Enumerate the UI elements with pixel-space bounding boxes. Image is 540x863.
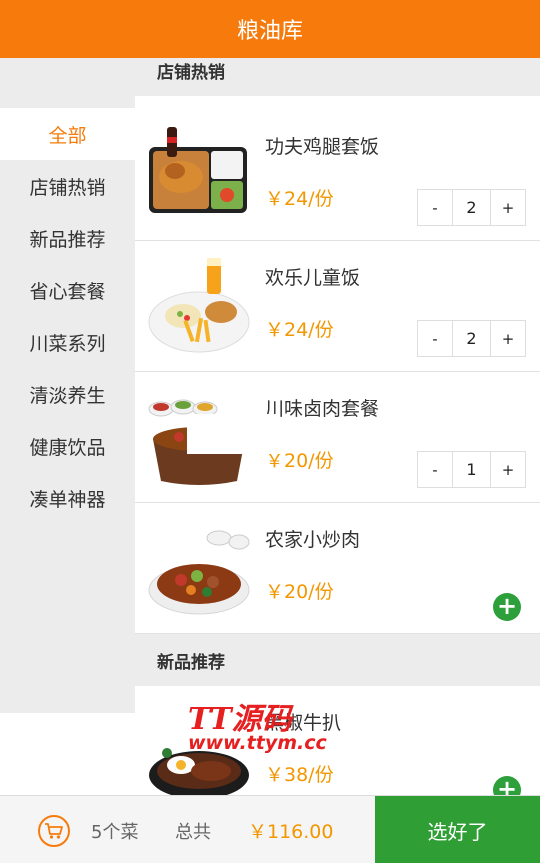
sidebar-item-new[interactable]: 新品推荐: [0, 212, 135, 264]
category-sidebar: 全部 店铺热销 新品推荐 省心套餐 川菜系列 清淡养生 健康饮品 凑单神器: [0, 58, 135, 713]
list-item[interactable]: 欢乐儿童饭 ￥24/份 - 2 +: [135, 241, 540, 372]
add-to-cart-button[interactable]: +: [493, 593, 521, 621]
item-price: ￥38/份: [265, 764, 334, 786]
list-item[interactable]: 川味卤肉套餐 ￥20/份 - 1 +: [135, 372, 540, 503]
sidebar-item-hot[interactable]: 店铺热销: [0, 160, 135, 212]
decrease-button[interactable]: -: [418, 452, 452, 487]
sidebar-item-sichuan[interactable]: 川菜系列: [0, 316, 135, 368]
food-image: [149, 127, 247, 213]
quantity-value: 2: [452, 321, 491, 356]
section-header-new: 新品推荐: [135, 634, 540, 686]
item-name: 农家小炒肉: [265, 529, 361, 551]
section-header-hot: 店铺热销: [135, 58, 540, 96]
quantity-value: 2: [452, 190, 491, 225]
food-image: [149, 748, 249, 795]
quantity-stepper: - 2 +: [417, 189, 526, 226]
item-name: 欢乐儿童饭: [265, 267, 361, 289]
item-name: 黑椒牛扒: [265, 712, 342, 734]
increase-button[interactable]: +: [491, 190, 525, 225]
total-value: ￥116.00: [248, 821, 334, 843]
item-name: 功夫鸡腿套饭: [265, 136, 380, 158]
item-price: ￥24/份: [265, 188, 334, 210]
cart-icon[interactable]: [38, 815, 70, 847]
item-price: ￥20/份: [265, 581, 334, 603]
increase-button[interactable]: +: [491, 321, 525, 356]
cart-bar: 5个菜 总共 ￥116.00 选好了: [0, 795, 540, 863]
sidebar-item-all[interactable]: 全部: [0, 108, 135, 160]
checkout-button[interactable]: 选好了: [375, 796, 540, 863]
decrease-button[interactable]: -: [418, 321, 452, 356]
food-image: [148, 530, 250, 615]
item-price: ￥24/份: [265, 319, 334, 341]
decrease-button[interactable]: -: [418, 190, 452, 225]
menu-list[interactable]: 店铺热销 功夫鸡腿套饭 ￥24/份 - 2 + 欢乐儿童饭 ￥24/份 - 2 …: [135, 58, 540, 795]
total-label: 总共: [175, 822, 211, 843]
list-item[interactable]: 黑椒牛扒 ￥38/份 +: [135, 686, 540, 795]
add-to-cart-button[interactable]: +: [493, 776, 521, 795]
sidebar-item-addon[interactable]: 凑单神器: [0, 472, 135, 524]
list-item[interactable]: 功夫鸡腿套饭 ￥24/份 - 2 +: [135, 110, 540, 241]
food-image: [148, 258, 250, 353]
page-title: 粮油库: [236, 19, 303, 44]
redaction-box: [187, 414, 280, 454]
app-header: 粮油库: [0, 0, 540, 58]
sidebar-item-combo[interactable]: 省心套餐: [0, 264, 135, 316]
list-item[interactable]: 农家小炒肉 ￥20/份 +: [135, 503, 540, 634]
sidebar-item-light[interactable]: 清淡养生: [0, 368, 135, 420]
quantity-value: 1: [452, 452, 491, 487]
cart-count: 5个菜: [91, 822, 139, 843]
item-name: 川味卤肉套餐: [265, 398, 380, 420]
quantity-stepper: - 1 +: [417, 451, 526, 488]
sidebar-item-drinks[interactable]: 健康饮品: [0, 420, 135, 472]
quantity-stepper: - 2 +: [417, 320, 526, 357]
increase-button[interactable]: +: [491, 452, 525, 487]
